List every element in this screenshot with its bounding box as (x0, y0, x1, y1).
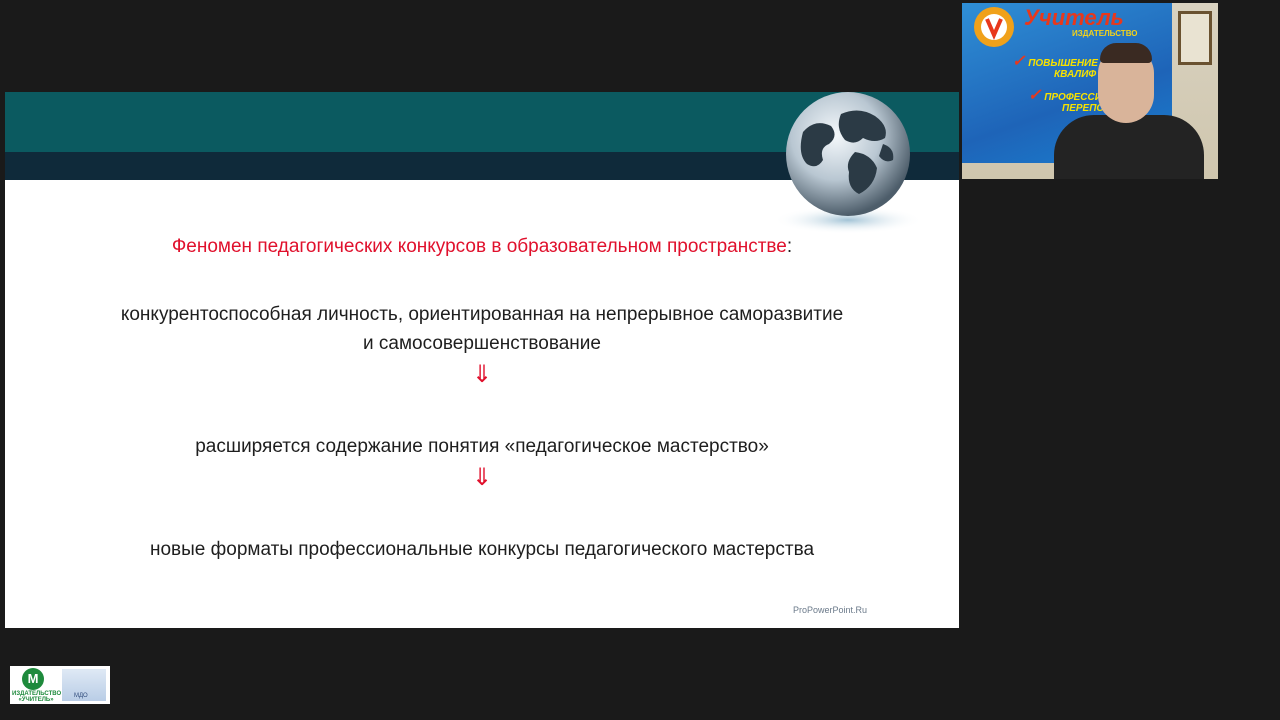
slide-line-3: расширяется содержание понятия «педагоги… (195, 436, 769, 457)
banner-title: Учитель (1024, 5, 1124, 30)
banner-line-2b: ПЕРЕПО (1062, 103, 1105, 114)
slide-line-1: конкурентоспособная личность, ориентиров… (120, 304, 844, 325)
webcam-feed: Учитель ИЗДАТЕЛЬСТВО ✓ ПОВЫШЕНИЕ КВАЛИФ … (962, 3, 1218, 179)
banner-sub: ИЗДАТЕЛЬСТВО (1072, 29, 1138, 38)
banner-line-2-text: ПРОФЕССИ (1044, 92, 1102, 103)
banner-logo-icon (974, 7, 1014, 47)
check-icon: ✓ (1012, 53, 1026, 70)
slide-line-2: и самосовершенствование (363, 333, 601, 354)
down-arrow-icon: ⇓ (471, 464, 493, 491)
down-arrow-icon: ⇓ (471, 361, 493, 388)
presenter-body (1054, 115, 1204, 179)
banner-line-1: ✓ ПОВЫШЕНИЕ (1012, 51, 1098, 71)
slide-heading-red: Феномен педагогических конкурсов в образ… (171, 236, 787, 257)
presenter-hair (1100, 43, 1152, 63)
slide-line-4: новые форматы профессиональные конкурсы … (149, 539, 815, 560)
logo-mark: М (22, 668, 44, 690)
banner-line-1-text: ПОВЫШЕНИЕ (1028, 58, 1098, 69)
publisher-logo: М ИЗДАТЕЛЬСТВО «УЧИТЕЛЬ» МДО (10, 666, 110, 704)
slide-heading-colon: : (786, 236, 793, 257)
logo-text: ИЗДАТЕЛЬСТВО «УЧИТЕЛЬ» (12, 691, 61, 703)
banner-line-1b: КВАЛИФ (1054, 69, 1097, 80)
presentation-slide: Феномен педагогических конкурсов в образ… (5, 92, 959, 628)
slide-heading: Феномен педагогических конкурсов в образ… (5, 232, 959, 261)
globe-icon (773, 92, 923, 234)
wall-frame (1178, 11, 1212, 65)
check-icon: ✓ (1028, 87, 1042, 104)
logo-map-label: МДО (74, 693, 88, 699)
banner-line-2: ✓ ПРОФЕССИ (1028, 85, 1102, 105)
logo-text-bottom: «УЧИТЕЛЬ» (18, 697, 54, 703)
slide-watermark: ProPowerPoint.Ru (793, 605, 868, 615)
